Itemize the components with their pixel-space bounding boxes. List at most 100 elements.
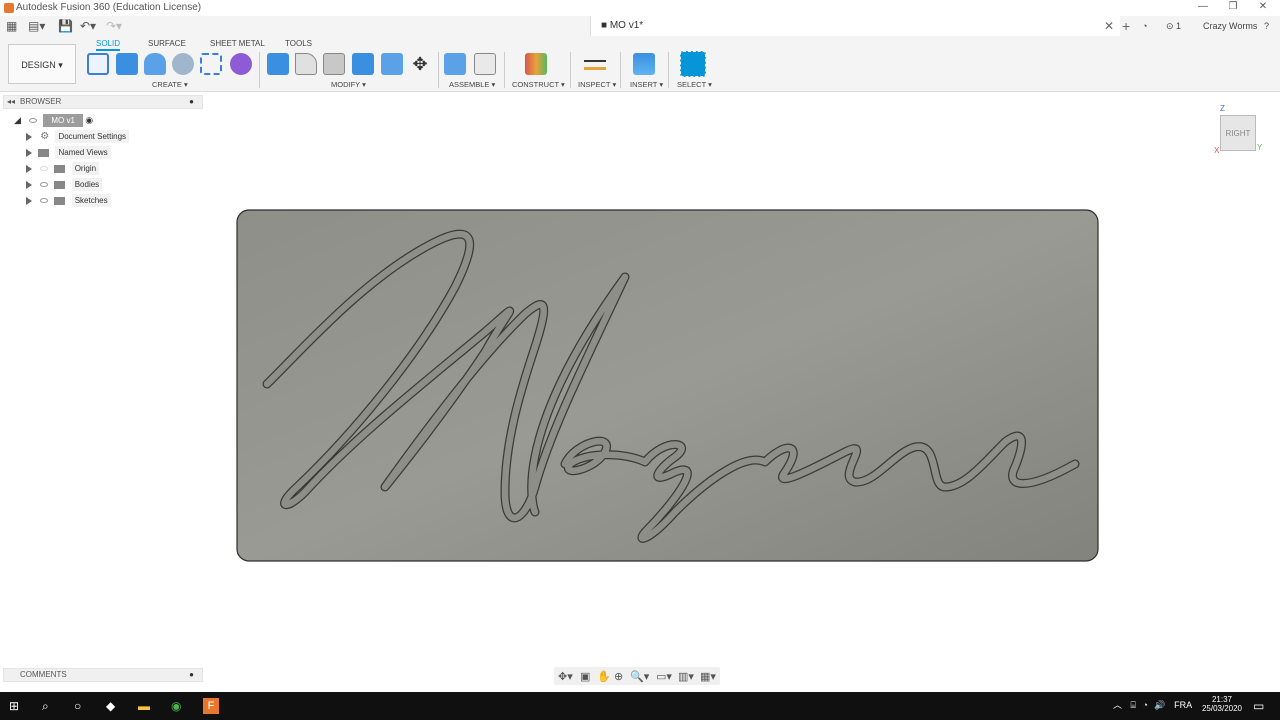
tab-surface[interactable]: SURFACE: [148, 39, 186, 48]
tray-chevron-icon[interactable]: ︿: [1113, 700, 1122, 710]
viewcube[interactable]: RIGHT: [1220, 115, 1256, 151]
select-menu[interactable]: SELECT ▾: [677, 80, 712, 89]
browser-item-origin[interactable]: Origin: [26, 162, 100, 176]
expand-arrow-icon[interactable]: ◢: [14, 115, 21, 125]
volume-icon[interactable]: 🔊: [1154, 700, 1165, 710]
file-menu-icon[interactable]: ▤▾: [28, 19, 45, 33]
move-icon[interactable]: ✥: [409, 53, 431, 75]
workspace-switcher[interactable]: DESIGN ▾: [8, 44, 76, 84]
wifi-icon[interactable]: ◔: [1142, 700, 1147, 710]
inspect-menu[interactable]: INSPECT ▾: [578, 80, 616, 89]
notifications-icon[interactable]: ⊙ 1: [1166, 19, 1181, 33]
add-comment-icon[interactable]: ●: [189, 670, 194, 679]
browser-item-document-settings[interactable]: ⚙ Document Settings: [26, 130, 130, 144]
visibility-eye-icon[interactable]: [40, 182, 49, 188]
browser-panel-header[interactable]: ◂◂ BROWSER ●: [3, 95, 203, 109]
redo-icon[interactable]: ↷▾: [106, 19, 122, 33]
chamfer-icon[interactable]: [323, 53, 345, 75]
system-tray: ︿ ⌸ ◔ 🔊 FRA: [1113, 698, 1192, 711]
expand-arrow-icon[interactable]: [26, 132, 32, 141]
construct-menu[interactable]: CONSTRUCT ▾: [512, 80, 565, 89]
tab-tools[interactable]: TOOLS: [285, 39, 312, 48]
tab-sheet-metal[interactable]: SHEET METAL: [210, 39, 265, 48]
select-icon[interactable]: [680, 51, 706, 77]
measure-icon[interactable]: [584, 60, 606, 70]
search-icon[interactable]: ⌕: [42, 699, 49, 714]
axis-y-label: Y: [1257, 143, 1263, 152]
network-icon[interactable]: ⌸: [1131, 700, 1136, 710]
ribbon-separator: [438, 52, 439, 88]
new-tab-icon[interactable]: +: [1122, 19, 1130, 33]
tab-solid[interactable]: SOLID: [96, 39, 121, 51]
clock[interactable]: 21:37 25/03/2020: [1200, 695, 1244, 713]
zoom-icon[interactable]: ⊕: [614, 670, 623, 683]
create-sketch-icon[interactable]: [87, 53, 109, 75]
expand-arrow-icon[interactable]: [26, 180, 32, 189]
insert-menu[interactable]: INSERT ▾: [630, 80, 663, 89]
collapse-panel-icon[interactable]: ◂◂: [7, 97, 15, 106]
minimize-button[interactable]: —: [1188, 1, 1218, 15]
grid-settings-icon[interactable]: ▥▾: [678, 670, 694, 683]
browser-root[interactable]: ◢ MO v1 ◉: [14, 114, 93, 128]
graphics-canvas[interactable]: [205, 92, 1280, 665]
pattern-icon[interactable]: [200, 53, 222, 75]
model-view: [236, 209, 1099, 562]
document-icon: ■: [601, 20, 610, 31]
offset-plane-icon[interactable]: [525, 53, 547, 75]
cortana-icon[interactable]: ○: [74, 699, 81, 713]
job-status-icon[interactable]: ◔: [1142, 19, 1147, 33]
expand-arrow-icon[interactable]: [26, 148, 32, 157]
help-icon[interactable]: ?: [1264, 19, 1269, 33]
create-form-icon[interactable]: [230, 53, 252, 75]
visibility-eye-icon[interactable]: [40, 198, 49, 204]
save-icon[interactable]: 💾: [58, 19, 73, 33]
look-at-icon[interactable]: ▣: [580, 670, 590, 683]
chrome-icon[interactable]: ◉: [171, 699, 181, 713]
close-window-button[interactable]: ✕: [1248, 1, 1278, 15]
fillet-icon[interactable]: [295, 53, 317, 75]
modify-menu[interactable]: MODIFY ▾: [331, 80, 366, 89]
visibility-eye-icon[interactable]: [29, 118, 38, 124]
folder-icon: [54, 164, 66, 173]
assemble-menu[interactable]: ASSEMBLE ▾: [449, 80, 495, 89]
create-menu-label: CREATE: [152, 80, 182, 89]
pan-icon[interactable]: ✋: [597, 670, 611, 683]
browser-item-bodies[interactable]: Bodies: [26, 178, 103, 192]
language-indicator[interactable]: FRA: [1174, 700, 1192, 710]
activate-radio-icon[interactable]: ◉: [85, 115, 93, 125]
viewports-icon[interactable]: ▦▾: [700, 670, 716, 683]
restore-button[interactable]: ❐: [1218, 1, 1248, 15]
revolve-icon[interactable]: [144, 53, 166, 75]
apps-grid-icon[interactable]: ▦: [6, 19, 17, 33]
press-pull-icon[interactable]: [267, 53, 289, 75]
new-component-icon[interactable]: [444, 53, 466, 75]
document-tab[interactable]: ■ MO v1* ✕: [590, 16, 1120, 36]
folder-icon: [54, 180, 66, 189]
action-center-icon[interactable]: ▭: [1253, 699, 1264, 713]
folder-icon: [54, 196, 66, 205]
file-explorer-icon[interactable]: ▬: [138, 699, 150, 713]
app-icon-1[interactable]: ◆: [106, 699, 115, 713]
browser-pin-icon[interactable]: ●: [189, 97, 194, 106]
joint-icon[interactable]: [474, 53, 496, 75]
create-menu[interactable]: CREATE ▾: [152, 80, 188, 89]
orbit-icon[interactable]: ✥▾: [558, 670, 573, 683]
display-settings-icon[interactable]: ▭▾: [656, 670, 672, 683]
insert-image-icon[interactable]: [633, 53, 655, 75]
browser-item-sketches[interactable]: Sketches: [26, 194, 111, 208]
extrude-icon[interactable]: [116, 53, 138, 75]
user-name[interactable]: Crazy Worms: [1203, 19, 1257, 33]
browser-item-named-views[interactable]: Named Views: [26, 146, 111, 160]
combine-icon[interactable]: [381, 53, 403, 75]
visibility-eye-icon[interactable]: [40, 166, 49, 172]
undo-icon[interactable]: ↶▾: [80, 19, 96, 33]
expand-arrow-icon[interactable]: [26, 164, 32, 173]
comments-panel-header[interactable]: COMMENTS ●: [3, 668, 203, 682]
hole-icon[interactable]: [172, 53, 194, 75]
fit-icon[interactable]: 🔍▾: [630, 670, 649, 683]
close-tab-icon[interactable]: ✕: [1104, 19, 1114, 33]
shell-icon[interactable]: [352, 53, 374, 75]
expand-arrow-icon[interactable]: [26, 196, 32, 205]
fusion-taskbar-icon[interactable]: F: [203, 698, 219, 714]
start-icon[interactable]: ⊞: [9, 699, 19, 713]
